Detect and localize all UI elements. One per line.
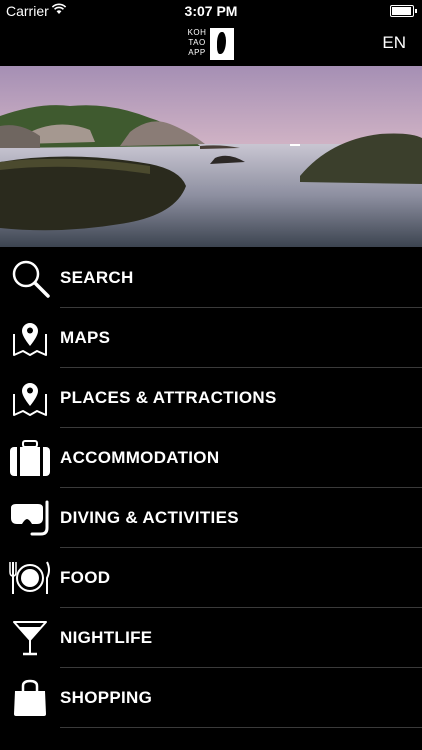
menu-item-food[interactable]: FOOD [0,548,422,608]
menu-item-maps[interactable]: MAPS [0,308,422,368]
hero-image [0,66,422,247]
logo-line-3: APP [188,48,206,57]
nav-bar: KOH TAO APP EN [0,22,422,66]
menu-item-label: SHOPPING [60,688,153,707]
menu-item-label: NIGHTLIFE [60,628,153,647]
menu-item-shopping[interactable]: SHOPPING [0,668,422,728]
menu-item-label: PLACES & ATTRACTIONS [60,388,277,407]
main-menu: SEARCH MAPS PLACES & ATTRACTIONS ACCOMMO… [0,248,422,728]
menu-item-label: FOOD [60,568,111,587]
menu-item-label: DIVING & ACTIVITIES [60,508,239,527]
map-pin-icon [13,383,47,416]
menu-item-label: ACCOMMODATION [60,448,220,467]
app-logo[interactable]: KOH TAO APP [186,26,234,62]
search-icon [12,260,50,298]
seascape-photo [0,66,422,247]
map-pin-icon [13,323,47,356]
menu-item-search[interactable]: SEARCH [0,248,422,308]
menu-item-label: MAPS [60,328,111,347]
diving-mask-icon [11,500,49,536]
suitcase-icon [10,440,50,476]
menu-item-label: SEARCH [60,268,134,287]
logo-line-1: KOH [187,28,207,37]
menu-item-accommodation[interactable]: ACCOMMODATION [0,428,422,488]
cocktail-icon [13,621,47,656]
island-logo-icon [210,28,234,60]
plate-icon [9,561,50,594]
menu-item-diving[interactable]: DIVING & ACTIVITIES [0,488,422,548]
status-time: 3:07 PM [184,3,238,19]
logo-line-2: TAO [188,38,206,47]
language-button[interactable]: EN [382,33,406,53]
menu-item-nightlife[interactable]: NIGHTLIFE [0,608,422,668]
shopping-bag-icon [14,679,46,716]
status-bar: Carrier 3:07 PM [0,0,422,22]
battery-icon [390,5,417,17]
menu-item-places[interactable]: PLACES & ATTRACTIONS [0,368,422,428]
